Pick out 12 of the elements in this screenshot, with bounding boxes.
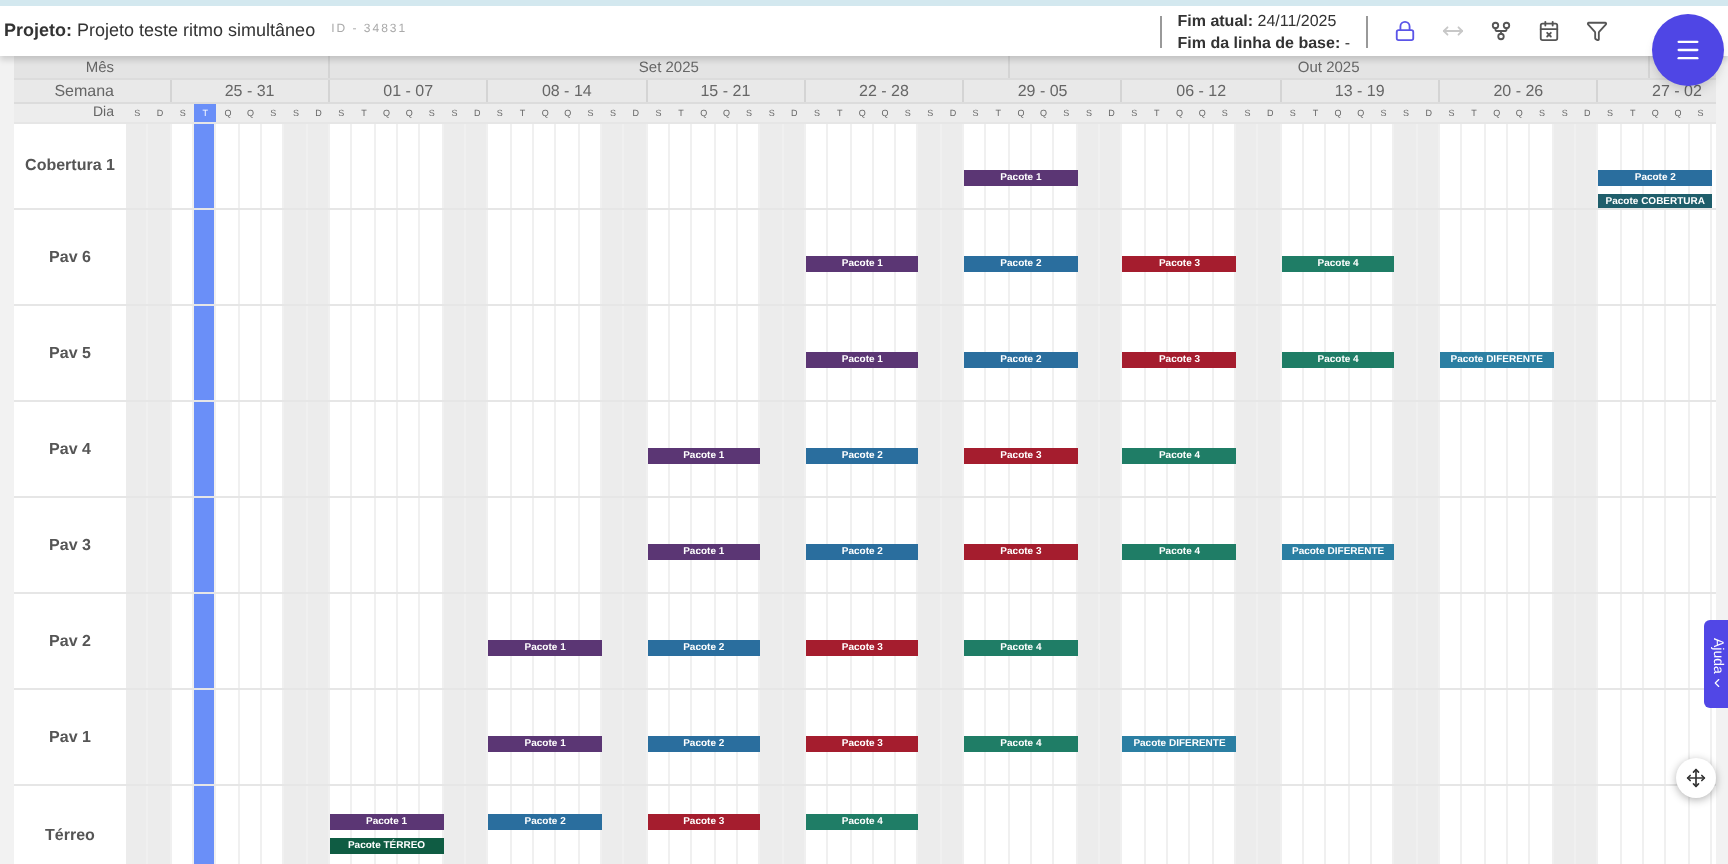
fork-icon	[1489, 20, 1511, 42]
menu-icon	[1674, 36, 1702, 64]
week-header-label: Semana	[52, 80, 116, 102]
baseline-end-date: Fim da linha de base: -	[1177, 31, 1350, 53]
filter-icon	[1585, 20, 1607, 42]
move-icon	[1686, 768, 1706, 788]
lock-icon	[1393, 20, 1415, 42]
arrows-horizontal-icon	[1441, 20, 1463, 42]
calendar-x-icon	[1537, 20, 1559, 42]
current-end-date: Fim atual: 24/11/2025	[1177, 9, 1339, 31]
chevron-icon	[1709, 675, 1723, 690]
project-title: Projeto: Projeto teste ritmo simultâneo	[4, 17, 316, 44]
